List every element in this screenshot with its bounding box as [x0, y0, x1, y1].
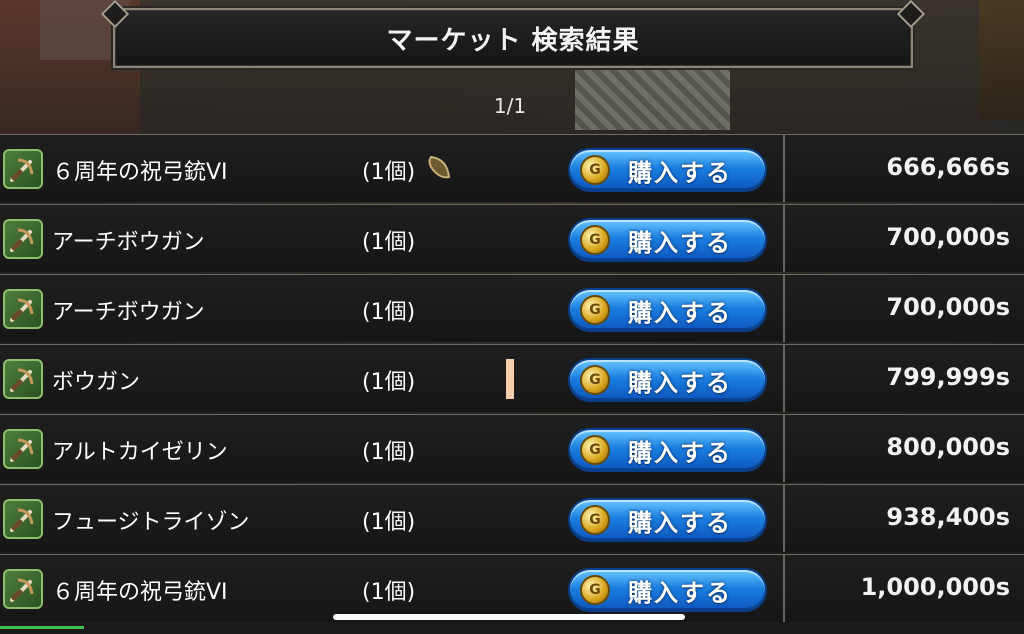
list-item: アルトカイゼリン (1個) G 購入する 800,000s: [0, 414, 1024, 482]
buy-button[interactable]: G 購入する: [570, 290, 765, 330]
item-name: ６周年の祝弓銃VI: [52, 580, 228, 605]
coin-icon: G: [580, 155, 610, 185]
buy-button[interactable]: G 購入する: [570, 430, 765, 470]
list-item: ６周年の祝弓銃VI (1個) G 購入する 666,666s: [0, 134, 1024, 202]
crossbow-icon: [3, 569, 43, 609]
crossbow-icon: [3, 219, 43, 259]
buy-button-label: 購入する: [628, 438, 732, 467]
coin-icon: G: [580, 435, 610, 465]
page-indicator: 1/1: [493, 94, 527, 118]
buy-button-label: 購入する: [628, 298, 732, 327]
item-price: 1,000,000s: [860, 573, 1010, 601]
item-name: アーチボウガン: [52, 300, 205, 325]
crossbow-icon: [3, 429, 43, 469]
crossbow-icon: [3, 499, 43, 539]
item-quantity: (1個): [362, 580, 416, 605]
crossbow-icon: [3, 289, 43, 329]
buy-button-label: 購入する: [628, 578, 732, 607]
progress-bar: [0, 626, 84, 629]
item-name: アーチボウガン: [52, 230, 205, 255]
list-item: アーチボウガン (1個) G 購入する 700,000s: [0, 204, 1024, 272]
coin-icon: G: [580, 365, 610, 395]
item-price: 666,666s: [886, 153, 1010, 181]
home-indicator[interactable]: [333, 614, 685, 620]
item-name: アルトカイゼリン: [52, 440, 228, 465]
item-name: ６周年の祝弓銃VI: [52, 160, 228, 185]
coin-icon: G: [580, 225, 610, 255]
item-quantity: (1個): [362, 370, 416, 395]
item-quantity: (1個): [362, 230, 416, 255]
item-price: 700,000s: [886, 293, 1010, 321]
buy-button-label: 購入する: [628, 368, 732, 397]
buy-button-label: 購入する: [628, 228, 732, 257]
list-item: ボウガン (1個) G 購入する 799,999s: [0, 344, 1024, 412]
item-quantity: (1個): [362, 510, 416, 535]
item-price: 799,999s: [886, 363, 1010, 391]
coin-icon: G: [580, 575, 610, 605]
item-quantity: (1個): [362, 440, 416, 465]
page-title: マーケット 検索結果: [386, 25, 640, 56]
background-sign: [575, 68, 730, 130]
list-item: ６周年の祝弓銃VI (1個) G 購入する 1,000,000s: [0, 554, 1024, 622]
coin-icon: G: [580, 295, 610, 325]
crossbow-icon: [3, 359, 43, 399]
buy-button-label: 購入する: [628, 158, 732, 187]
background-ornament: [979, 0, 1024, 120]
title-bar: マーケット 検索結果: [113, 8, 913, 68]
buy-button[interactable]: G 購入する: [570, 220, 765, 260]
coin-icon: G: [580, 505, 610, 535]
buy-button-label: 購入する: [628, 508, 732, 537]
buy-button[interactable]: G 購入する: [570, 570, 765, 610]
item-price: 800,000s: [886, 433, 1010, 461]
item-name: ボウガン: [52, 370, 141, 395]
market-results-list: ６周年の祝弓銃VI (1個) G 購入する 666,666s アーチボウガン (…: [0, 134, 1024, 622]
item-price: 938,400s: [886, 503, 1010, 531]
crossbow-icon: [3, 149, 43, 189]
seed-icon: [428, 155, 451, 179]
list-item: アーチボウガン (1個) G 購入する 700,000s: [0, 274, 1024, 342]
buy-button[interactable]: G 購入する: [570, 360, 765, 400]
marker-bar: [506, 359, 514, 399]
item-price: 700,000s: [886, 223, 1010, 251]
buy-button[interactable]: G 購入する: [570, 150, 765, 190]
item-name: フュージトライゾン: [52, 510, 250, 535]
item-quantity: (1個): [362, 300, 416, 325]
buy-button[interactable]: G 購入する: [570, 500, 765, 540]
list-item: フュージトライゾン (1個) G 購入する 938,400s: [0, 484, 1024, 552]
item-quantity: (1個): [362, 160, 416, 185]
